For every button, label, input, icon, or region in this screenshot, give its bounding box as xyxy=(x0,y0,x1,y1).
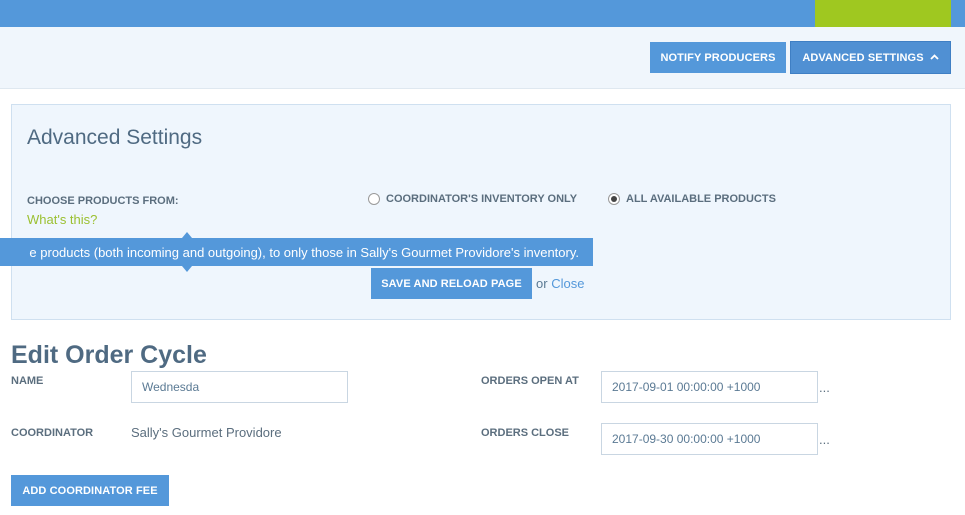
notify-producers-label: NOTIFY PRODUCERS xyxy=(660,51,776,64)
orders-close-input[interactable] xyxy=(601,423,818,455)
chevron-up-icon xyxy=(930,52,939,63)
or-close-text: or Close xyxy=(536,276,584,291)
radio-label: COORDINATOR'S INVENTORY ONLY xyxy=(386,193,578,205)
tooltip-text: e products (both incoming and outgoing),… xyxy=(29,244,579,260)
orders-open-picker-ellipsis[interactable]: ... xyxy=(819,380,830,395)
radio-coordinators-inventory[interactable]: COORDINATOR'S INVENTORY ONLY xyxy=(368,193,577,205)
advanced-settings-button[interactable]: ADVANCED SETTINGS xyxy=(790,41,951,74)
radio-label: ALL AVAILABLE PRODUCTS xyxy=(626,193,776,205)
name-input[interactable] xyxy=(131,371,348,403)
close-link[interactable]: Close xyxy=(551,276,584,291)
add-coordinator-fee-label: ADD COORDINATOR FEE xyxy=(22,484,158,497)
tooltip-arrow-down xyxy=(182,266,192,272)
add-coordinator-fee-button[interactable]: ADD COORDINATOR FEE xyxy=(11,475,169,506)
advanced-settings-label: ADVANCED SETTINGS xyxy=(802,51,924,64)
choose-products-label: CHOOSE PRODUCTS FROM: xyxy=(27,195,179,207)
save-and-reload-button[interactable]: SAVE AND RELOAD PAGE xyxy=(371,268,532,299)
page-title: Edit Order Cycle xyxy=(11,341,207,369)
coordinator-label: COORDINATOR xyxy=(11,427,94,439)
active-nav-tab[interactable] xyxy=(815,0,951,27)
orders-open-input[interactable] xyxy=(601,371,818,403)
radio-all-available-products[interactable]: ALL AVAILABLE PRODUCTS xyxy=(608,193,776,205)
name-label: NAME xyxy=(11,375,44,387)
radio-button-checked[interactable] xyxy=(608,193,620,205)
advanced-settings-title: Advanced Settings xyxy=(27,126,203,149)
coordinator-value: Sally's Gourmet Providore xyxy=(131,425,282,440)
whats-this-tooltip: e products (both incoming and outgoing),… xyxy=(0,238,593,266)
notify-producers-button[interactable]: NOTIFY PRODUCERS xyxy=(650,42,786,73)
orders-open-label: ORDERS OPEN AT xyxy=(481,375,579,387)
orders-close-label: ORDERS CLOSE xyxy=(481,427,570,439)
save-and-reload-label: SAVE AND RELOAD PAGE xyxy=(381,277,522,290)
whats-this-link[interactable]: What's this? xyxy=(27,212,97,227)
orders-close-picker-ellipsis[interactable]: ... xyxy=(819,432,830,447)
radio-button[interactable] xyxy=(368,193,380,205)
or-label: or xyxy=(536,276,548,291)
